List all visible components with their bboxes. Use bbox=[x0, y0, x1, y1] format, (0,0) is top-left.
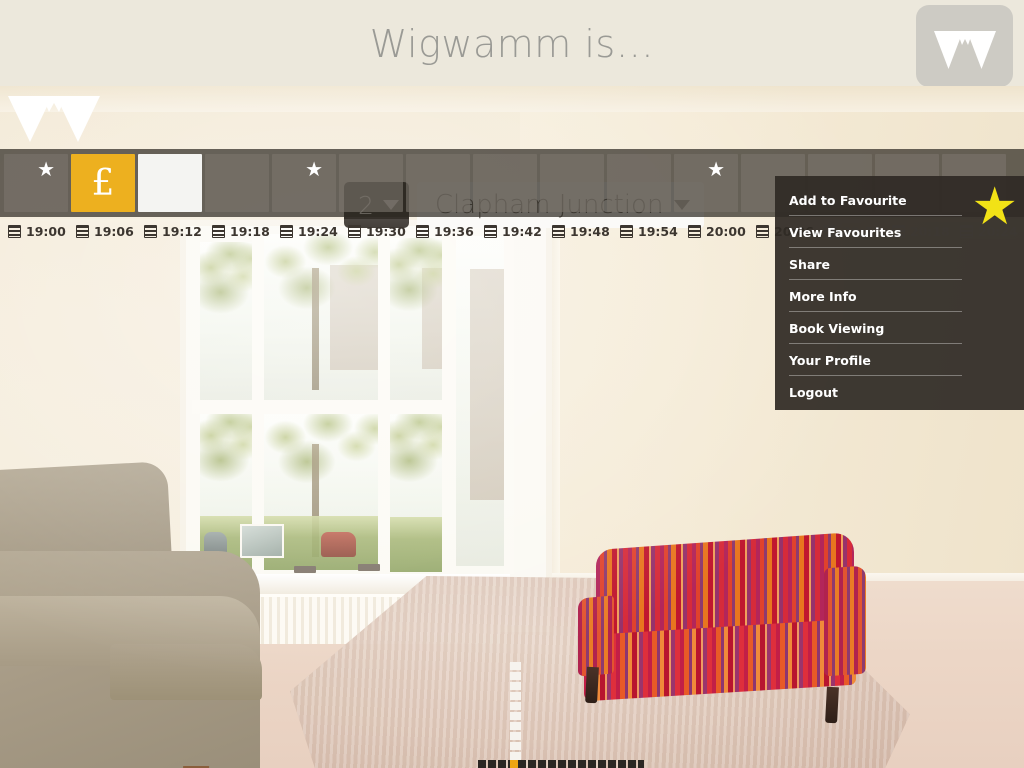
window-pane bbox=[388, 238, 444, 402]
crosshair-position-knob[interactable] bbox=[510, 760, 518, 768]
timeline-slot[interactable]: 19:48 bbox=[544, 224, 612, 239]
menu-item-book-viewing[interactable]: Book Viewing bbox=[775, 312, 1024, 344]
timeline-slot[interactable]: 19:00 bbox=[0, 224, 68, 239]
wigwamm-w-logo-icon bbox=[933, 31, 996, 79]
list-icon bbox=[688, 224, 701, 238]
crosshair-horizontal-track[interactable] bbox=[478, 760, 644, 768]
timeline-slot[interactable]: 19:36 bbox=[408, 224, 476, 239]
list-icon bbox=[484, 224, 497, 238]
menu-item-view-favourites[interactable]: View Favourites bbox=[775, 216, 1024, 248]
thumbnail-tile[interactable]: ★ bbox=[4, 154, 68, 212]
list-icon bbox=[620, 224, 633, 238]
menu-item-label: Add to Favourite bbox=[789, 192, 907, 208]
menu-item-your-profile[interactable]: Your Profile bbox=[775, 344, 1024, 376]
timeline-slot-time: 19:48 bbox=[570, 223, 610, 239]
armchair bbox=[0, 461, 290, 768]
menu-item-add-to-favourite[interactable]: Add to Favourite bbox=[775, 184, 1024, 216]
timeline-slot-time: 19:54 bbox=[638, 223, 678, 239]
menu-item-more-info[interactable]: More Info bbox=[775, 280, 1024, 312]
timeline-slot[interactable]: 20:00 bbox=[680, 224, 748, 239]
timeline-slot[interactable]: 19:42 bbox=[476, 224, 544, 239]
timeline-slot[interactable]: 19:06 bbox=[68, 224, 136, 239]
timeline-slot-time: 19:42 bbox=[502, 223, 542, 239]
menu-item-label: View Favourites bbox=[789, 224, 902, 240]
doorway-edge bbox=[546, 206, 560, 586]
star-icon: ★ bbox=[707, 159, 725, 181]
menu-item-label: Share bbox=[789, 256, 830, 272]
list-icon bbox=[416, 224, 429, 238]
window-pane-side bbox=[454, 236, 506, 566]
property-photo-viewport[interactable]: 2 Clapham Junction ★ £ ★ ★ bbox=[0, 86, 1024, 768]
timeline-slot[interactable]: 19:54 bbox=[612, 224, 680, 239]
thumbnail-tile-price[interactable]: £ bbox=[71, 154, 135, 212]
thumbnail-tile[interactable]: ★ bbox=[674, 154, 738, 212]
window-pane bbox=[388, 410, 444, 572]
menu-item-label: Your Profile bbox=[789, 352, 871, 368]
price-label: £ bbox=[91, 162, 115, 204]
thumbnail-tile[interactable] bbox=[406, 154, 470, 212]
list-icon bbox=[348, 224, 361, 238]
thumbnail-tile[interactable] bbox=[540, 154, 604, 212]
top-banner: Wigwamm is… bbox=[0, 0, 1024, 87]
window-pane bbox=[262, 234, 380, 404]
timeline-slot[interactable]: 19:12 bbox=[136, 224, 204, 239]
account-dropdown-menu[interactable]: ★ Add to Favourite View Favourites Share… bbox=[775, 176, 1024, 410]
timeline-slot[interactable]: 19:30 bbox=[340, 224, 408, 239]
list-icon bbox=[212, 224, 225, 238]
list-icon bbox=[280, 224, 293, 238]
timeline-slot-time: 19:00 bbox=[26, 223, 66, 239]
timeline-slot[interactable]: 19:24 bbox=[272, 224, 340, 239]
list-icon bbox=[144, 224, 157, 238]
thumbnail-tile[interactable] bbox=[205, 154, 269, 212]
page-title: Wigwamm is… bbox=[369, 22, 655, 66]
menu-item-logout[interactable]: Logout bbox=[775, 376, 1024, 408]
thumbnail-tile[interactable] bbox=[138, 154, 202, 212]
timeline-slot-time: 19:06 bbox=[94, 223, 134, 239]
list-icon bbox=[756, 224, 769, 238]
wigwamm-logo-badge[interactable] bbox=[916, 5, 1013, 87]
thumbnail-tile[interactable] bbox=[607, 154, 671, 212]
list-icon bbox=[8, 224, 21, 238]
timeline-slot-time: 19:12 bbox=[162, 223, 202, 239]
thumbnail-tile[interactable]: ★ bbox=[272, 154, 336, 212]
ceiling-cornice bbox=[0, 86, 1024, 112]
list-icon bbox=[76, 224, 89, 238]
menu-item-label: More Info bbox=[789, 288, 857, 304]
star-icon: ★ bbox=[37, 159, 55, 181]
timeline-slot[interactable]: 19:18 bbox=[204, 224, 272, 239]
list-icon bbox=[552, 224, 565, 238]
timeline-slot-time: 19:24 bbox=[298, 223, 338, 239]
timeline-slot-time: 19:36 bbox=[434, 223, 474, 239]
thumbnail-tile[interactable] bbox=[339, 154, 403, 212]
crosshair-vertical-track[interactable] bbox=[510, 662, 521, 768]
window-pane bbox=[200, 242, 254, 402]
timeline-slot-time: 20:00 bbox=[706, 223, 746, 239]
menu-item-label: Book Viewing bbox=[789, 320, 885, 336]
menu-item-share[interactable]: Share bbox=[775, 248, 1024, 280]
wigwamm-viewer-screen: Wigwamm is… ★ £ ★ ★ 19:00 19:06 19:12 19… bbox=[0, 0, 1024, 768]
timeline-slot-time: 19:30 bbox=[366, 223, 406, 239]
thumbnail-tile[interactable] bbox=[473, 154, 537, 212]
wigwamm-watermark-logo-icon bbox=[6, 90, 102, 153]
star-icon: ★ bbox=[305, 159, 323, 181]
pan-tilt-crosshair[interactable] bbox=[478, 662, 644, 768]
timeline-slot-time: 19:18 bbox=[230, 223, 270, 239]
menu-item-label: Logout bbox=[789, 384, 838, 400]
